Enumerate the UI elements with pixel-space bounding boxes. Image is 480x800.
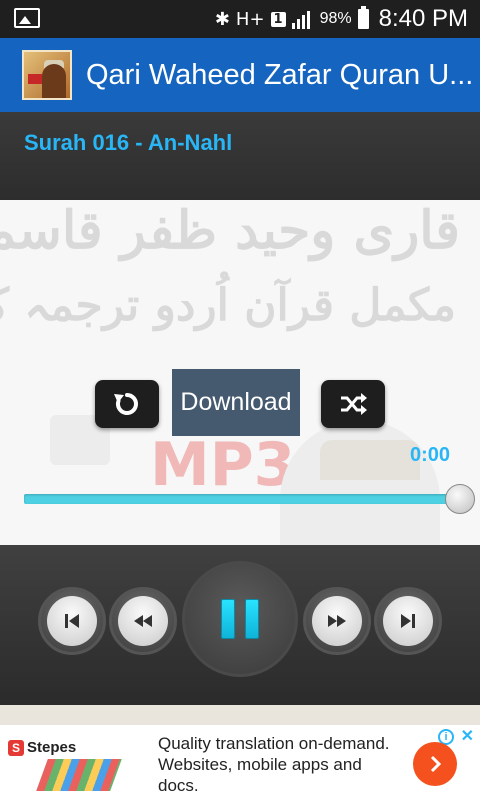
signal-icon — [291, 11, 310, 29]
ad-brand-initial: S — [8, 739, 24, 756]
clock: 8:40 PM — [378, 5, 468, 32]
sim-icon: 1 — [270, 11, 286, 27]
fast-forward-icon — [328, 615, 346, 627]
banner-urdu-line-2: مکمل قرآن اُردو ترجمہ کے ساتھ — [0, 280, 456, 331]
banner-bottom-strip — [0, 705, 480, 725]
seek-thumb[interactable] — [445, 484, 475, 514]
player-banner: قاری وحید ظفر قاسمی مکمل قرآن اُردو ترجم… — [0, 200, 480, 545]
ad-go-button[interactable] — [413, 742, 457, 786]
pause-button[interactable] — [182, 561, 298, 677]
surah-header: Surah 016 - An-Nahl — [0, 112, 480, 200]
battery-percent: 98% — [319, 10, 352, 27]
shuffle-icon — [341, 393, 367, 415]
action-bar: Qari Waheed Zafar Quran U... — [0, 38, 480, 112]
gallery-notification-icon — [14, 8, 40, 28]
fast-forward-face — [312, 596, 362, 646]
rewind-icon — [134, 615, 152, 627]
next-track-button[interactable] — [374, 587, 442, 655]
ad-brand-name: Stepes — [27, 739, 77, 756]
skip-previous-icon — [65, 614, 79, 628]
elapsed-time: 0:00 — [409, 444, 450, 466]
repeat-icon — [114, 393, 138, 415]
surah-title: Surah 016 - An-Nahl — [24, 130, 233, 155]
network-type-icon: H+ — [235, 8, 265, 30]
next-track-face — [383, 596, 433, 646]
skip-next-icon — [401, 614, 415, 628]
fast-forward-button[interactable] — [303, 587, 371, 655]
seek-bar[interactable] — [24, 494, 460, 504]
reciter-image — [280, 420, 440, 545]
ad-text[interactable]: Quality translation on-demand. Websites,… — [158, 733, 398, 796]
previous-track-face — [47, 596, 97, 646]
banner-urdu-line-1: قاری وحید ظفر قاسمی — [0, 200, 460, 261]
app-icon-portrait — [42, 64, 66, 98]
app-title: Qari Waheed Zafar Quran U... — [86, 58, 471, 91]
ad-banner[interactable]: S Stepes Quality translation on-demand. … — [0, 725, 480, 800]
status-bar: ✱ H+ 1 98% 8:40 PM — [0, 0, 480, 38]
pause-icon-right-bar — [245, 599, 259, 639]
download-button[interactable]: Download — [172, 369, 300, 436]
playback-controls — [0, 545, 480, 705]
ad-graphic — [36, 759, 122, 791]
ad-close-icon[interactable]: ✕ — [461, 729, 474, 745]
shuffle-button[interactable] — [321, 380, 385, 428]
ad-brand-logo[interactable]: S Stepes — [8, 739, 76, 756]
repeat-button[interactable] — [95, 380, 159, 428]
battery-icon — [357, 6, 369, 29]
pause-icon-left-bar — [221, 599, 235, 639]
chevron-right-icon — [430, 755, 442, 773]
rewind-button[interactable] — [109, 587, 177, 655]
rewind-face — [118, 596, 168, 646]
bluetooth-icon: ✱ — [214, 8, 230, 30]
app-icon[interactable] — [22, 50, 72, 100]
previous-track-button[interactable] — [38, 587, 106, 655]
app-icon-badge — [28, 74, 42, 84]
mp3-watermark: MP3 — [150, 430, 296, 500]
reciter-cap-image — [320, 440, 420, 480]
status-icons: ✱ H+ 1 98% 8:40 PM — [215, 0, 468, 38]
